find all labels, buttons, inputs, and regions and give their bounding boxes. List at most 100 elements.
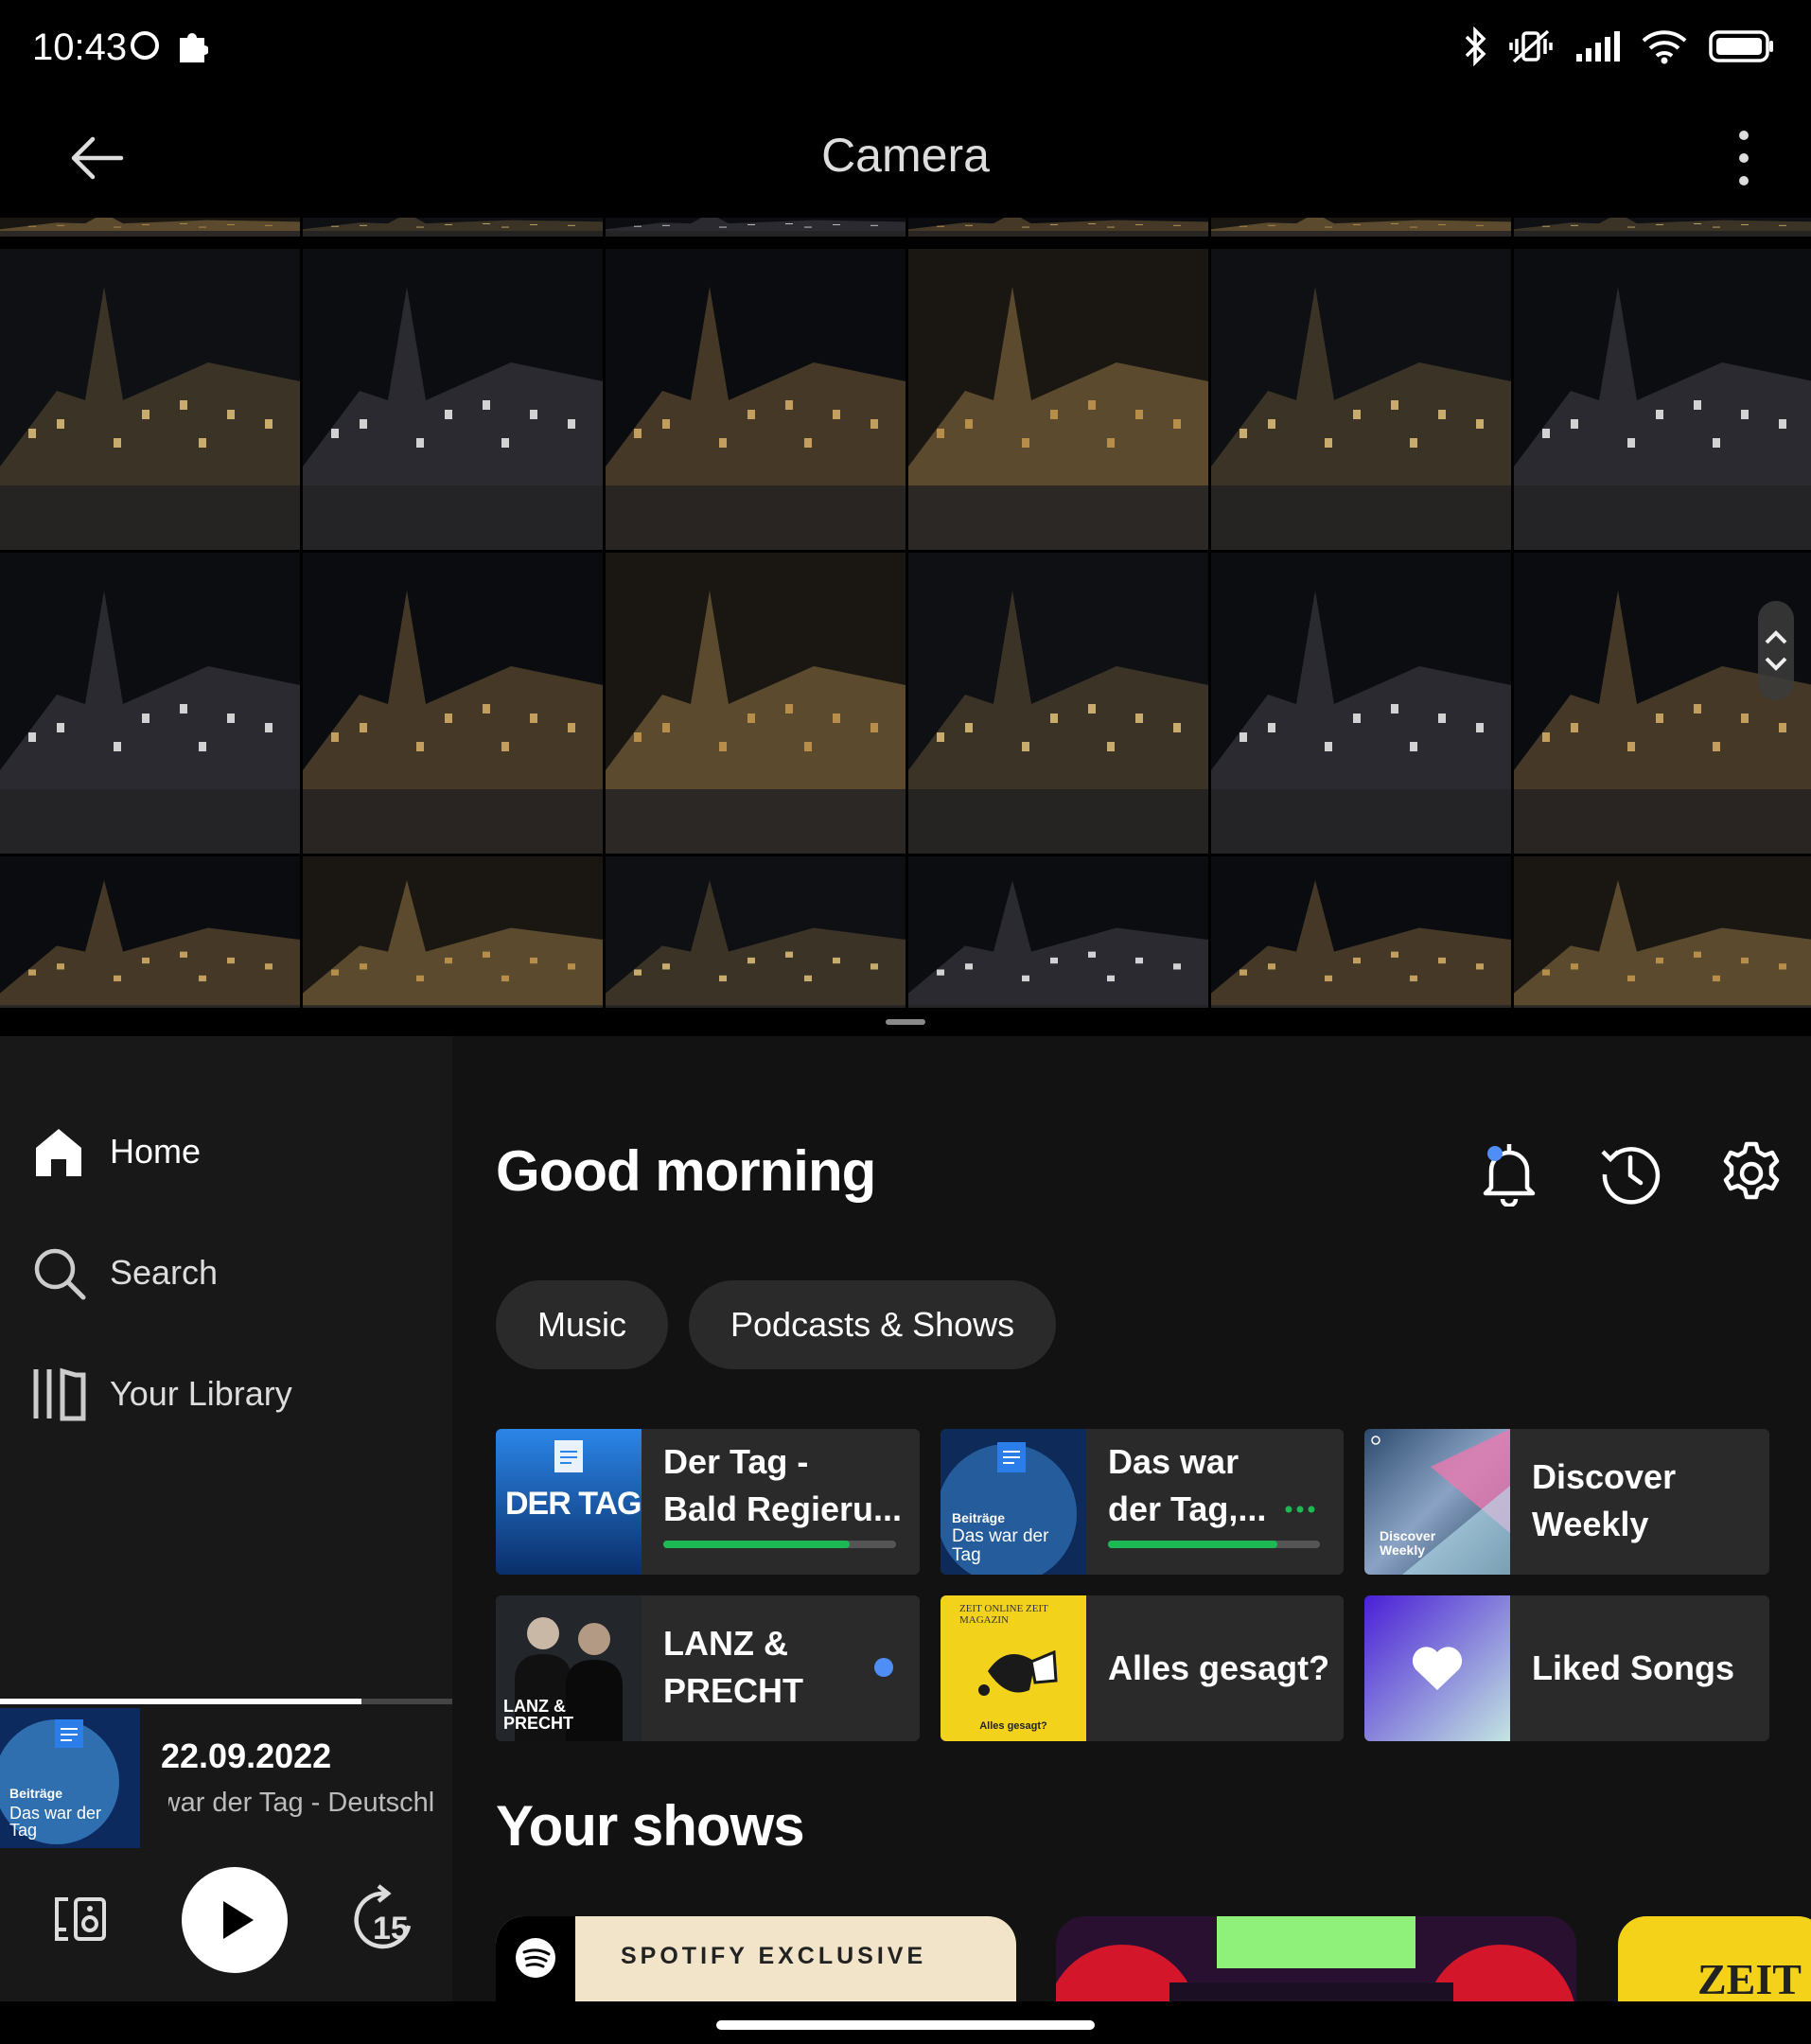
connect-device-icon[interactable] (53, 1895, 108, 1943)
photo-thumbnail[interactable] (908, 856, 1208, 1008)
show-card-1[interactable]: SPOTIFY EXCLUSIVE (496, 1916, 1016, 2001)
greeting-heading: Good morning (496, 1139, 876, 1203)
photo-thumbnail[interactable] (1514, 249, 1811, 550)
photo-thumbnail[interactable] (0, 553, 300, 854)
photo-thumbnail[interactable] (908, 553, 1208, 854)
show-card-3[interactable]: ZEIT (1618, 1916, 1811, 2001)
now-playing-subtitle-text: Das war der Tag - Deutschlandfunk (168, 1788, 433, 1818)
notifications-button[interactable] (1478, 1140, 1540, 1211)
show-card-2[interactable] (1056, 1916, 1576, 2001)
shortcut-tile-der-tag[interactable]: DER TAG Der Tag - Bald Regieru... (496, 1429, 920, 1575)
photo-thumbnail[interactable] (303, 856, 603, 1008)
shortcut-label: Alles gesagt? (1108, 1648, 1330, 1687)
mini-player[interactable]: Beiträge Das war der Tag 22.09.2022 Das … (0, 1699, 452, 2001)
photo-thumbnail[interactable] (1211, 249, 1511, 550)
recently-played-icon[interactable] (1599, 1140, 1662, 1207)
photo-thumbnail[interactable] (303, 553, 603, 854)
settings-gear-icon[interactable] (1720, 1140, 1783, 1207)
filter-chips: Music Podcasts & Shows (496, 1280, 1057, 1369)
shortcut-label-line1: Das war (1108, 1442, 1240, 1481)
lanz-precht-art-text: LANZ & PRECHT (503, 1697, 574, 1733)
ring-notification-icon (131, 31, 159, 60)
home-gesture-pill[interactable] (716, 2020, 1095, 2030)
photo-thumbnail[interactable] (1211, 218, 1511, 237)
shortcut-label: Discover Weekly (1532, 1454, 1676, 1548)
fast-scroll-handle[interactable] (1758, 601, 1794, 700)
photo-thumbnail[interactable] (303, 218, 603, 237)
photo-thumbnail[interactable] (0, 218, 300, 237)
alles-gesagt-artwork: ZEIT ONLINE ZEIT MAGAZIN Alles gesagt? (941, 1595, 1086, 1741)
skip-forward-button[interactable]: 15 (350, 1884, 413, 1950)
sidebar-item-label: Search (110, 1253, 219, 1292)
new-episode-dot (874, 1658, 893, 1677)
alles-gesagt-art-caption: Alles gesagt? (979, 1720, 1047, 1732)
photo-thumbnail[interactable] (1211, 553, 1511, 854)
photo-thumbnail[interactable] (1211, 856, 1511, 1008)
sidebar: Home Search Your Library Beiträge Das wa… (0, 1036, 452, 2001)
play-button[interactable] (182, 1867, 288, 1973)
artwork-tag: Beiträge (952, 1510, 1006, 1525)
playback-progress[interactable] (0, 1699, 452, 1704)
play-icon (223, 1901, 254, 1939)
shortcut-tile-liked-songs[interactable]: Liked Songs (1364, 1595, 1769, 1741)
sidebar-item-library[interactable]: Your Library (30, 1366, 292, 1422)
photo-thumbnail[interactable] (0, 249, 300, 550)
der-tag-art-text: DER TAG (505, 1486, 642, 1522)
vibrate-off-icon (1509, 29, 1553, 63)
artwork-tag: Beiträge (9, 1786, 63, 1801)
shortcut-label-line2: Bald Regieru... (663, 1489, 903, 1528)
photo-thumbnail[interactable] (0, 856, 300, 1008)
shortcut-tile-das-war-der-tag[interactable]: Beiträge Das war der Tag Das war der Tag… (941, 1429, 1344, 1575)
wifi-icon (1642, 30, 1687, 64)
album-title: Camera (821, 129, 990, 182)
episode-progress (663, 1541, 896, 1548)
shortcut-tile-alles-gesagt[interactable]: ZEIT ONLINE ZEIT MAGAZIN Alles gesagt? A… (941, 1595, 1344, 1741)
gallery-app-bar: Camera (0, 99, 1811, 218)
sidebar-item-search[interactable]: Search (30, 1244, 218, 1301)
photo-thumbnail[interactable] (1514, 856, 1811, 1008)
photo-grid (0, 218, 1811, 1008)
sidebar-item-home[interactable]: Home (30, 1123, 201, 1180)
puzzle-icon (180, 33, 208, 62)
photo-thumbnail[interactable] (606, 553, 906, 854)
now-playing-artwork: Beiträge Das war der Tag (0, 1708, 140, 1848)
spotify-app: Home Search Your Library Beiträge Das wa… (0, 1036, 1811, 2001)
search-icon (34, 1248, 86, 1300)
filter-chip-podcasts[interactable]: Podcasts & Shows (689, 1280, 1057, 1369)
shortcut-label-line1: Der Tag - (663, 1442, 809, 1481)
shortcut-label-line1: Discover (1532, 1457, 1677, 1496)
more-options-icon[interactable] (1730, 126, 1758, 190)
split-screen-divider[interactable] (886, 1019, 925, 1025)
shortcut-label: Der Tag - Bald Regieru... (663, 1438, 902, 1533)
filter-chip-music[interactable]: Music (496, 1280, 669, 1369)
sidebar-item-label: Your Library (110, 1374, 292, 1413)
playback-progress-fill (0, 1699, 362, 1704)
spotify-logo-icon (516, 1938, 555, 1978)
shortcut-label: Das war der Tag,... (1108, 1438, 1266, 1533)
sidebar-item-label: Home (110, 1132, 202, 1171)
home-feed: Good morning Music Podcasts & Shows DER … (452, 1036, 1811, 2001)
player-controls: 15 (0, 1859, 452, 1982)
discover-weekly-art-text: Discover Weekly (1380, 1528, 1436, 1558)
episode-progress-fill (1108, 1541, 1278, 1548)
photo-thumbnail[interactable] (908, 249, 1208, 550)
photo-thumbnail[interactable] (606, 249, 906, 550)
photo-thumbnail[interactable] (606, 218, 906, 237)
photo-thumbnail[interactable] (1514, 553, 1811, 854)
photo-thumbnail[interactable] (908, 218, 1208, 237)
artwork-title: Das war der Tag (952, 1526, 1049, 1565)
das-war-der-tag-artwork: Beiträge Das war der Tag (941, 1429, 1086, 1575)
show-badge: SPOTIFY EXCLUSIVE (621, 1943, 927, 1969)
photo-thumbnail[interactable] (1514, 218, 1811, 237)
home-icon (36, 1129, 81, 1176)
now-playing-title: 22.09.2022 (161, 1736, 332, 1775)
discover-weekly-artwork: Discover Weekly (1364, 1429, 1510, 1575)
shortcut-tile-discover-weekly[interactable]: Discover Weekly Discover Weekly (1364, 1429, 1769, 1575)
shortcut-tile-lanz-precht[interactable]: LANZ & PRECHT LANZ & PRECHT (496, 1595, 920, 1741)
photo-thumbnail[interactable] (606, 856, 906, 1008)
artwork-title: Das war der Tag (9, 1804, 102, 1840)
photo-thumbnail[interactable] (303, 249, 603, 550)
now-playing-subtitle: Das war der Tag - Deutschlandfunk (168, 1788, 433, 1819)
liked-songs-artwork (1364, 1595, 1510, 1741)
status-time: 10:43 (32, 26, 128, 68)
